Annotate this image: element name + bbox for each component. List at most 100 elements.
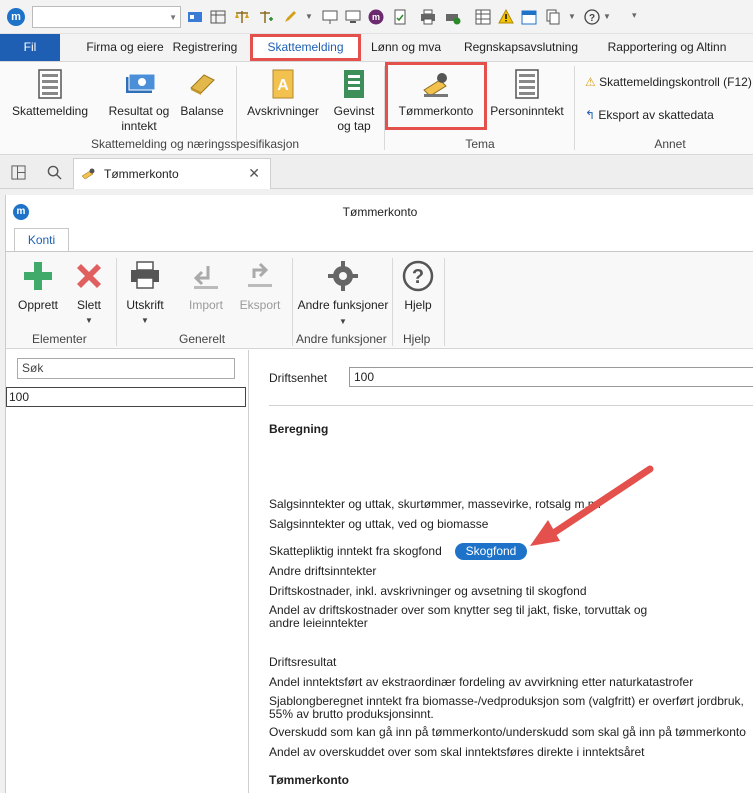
id-card-icon[interactable] xyxy=(187,9,203,25)
svg-text:m: m xyxy=(372,12,380,22)
edit-icon[interactable] xyxy=(282,9,298,25)
help-icon[interactable]: ? xyxy=(584,9,600,25)
warning-icon[interactable] xyxy=(498,9,514,25)
ribbon-separator xyxy=(574,66,575,150)
svg-text:?: ? xyxy=(412,266,424,288)
row-ekstraordinaer-fordeling: Andel inntektsført av ekstraordinær ford… xyxy=(269,675,694,689)
tab-fil[interactable]: Fil xyxy=(0,34,60,61)
personinntekt-label: Personinntekt xyxy=(490,104,564,118)
balanse-button[interactable]: Balanse xyxy=(178,68,226,119)
account-list-panel: Søk 100 xyxy=(6,350,249,793)
add-scales-icon[interactable] xyxy=(258,9,274,25)
document-tabs-bar: Tømmerkonto ✕ xyxy=(0,156,753,189)
document-check-icon[interactable] xyxy=(392,9,408,25)
tab-skattemelding[interactable]: Skattemelding xyxy=(250,34,361,61)
chevron-down-icon: ▼ xyxy=(339,317,347,326)
spreadsheet-icon[interactable] xyxy=(475,9,491,25)
tommerkonto-highlight xyxy=(385,62,487,130)
money-icon xyxy=(126,73,155,93)
skattemelding-label: Skattemelding xyxy=(11,104,89,118)
skogfond-button[interactable]: Skogfond xyxy=(455,543,527,560)
export-icon xyxy=(248,262,272,287)
table-icon[interactable] xyxy=(210,9,226,25)
hjelp-button[interactable]: ? Hjelp xyxy=(398,260,438,313)
tab-tommerkonto-document[interactable]: Tømmerkonto ✕ xyxy=(73,158,271,189)
utskrift-label: Utskrift xyxy=(126,298,164,312)
row-sjablongberegnet: Sjablongberegnet inntekt fra biomasse-/v… xyxy=(269,694,744,708)
copy-icon[interactable] xyxy=(545,9,561,25)
ribbon: Skattemelding Resultat og inntekt Balans… xyxy=(0,61,753,155)
eksport-skattedata-button[interactable]: ↰ Eksport av skattedata xyxy=(585,108,714,122)
chevron-down-icon: ▼ xyxy=(85,316,93,325)
chevron-down-icon[interactable]: ▼ xyxy=(568,12,576,21)
eksport-button[interactable]: Eksport xyxy=(234,260,286,313)
tab-lonn-og-mva[interactable]: Lønn og mva xyxy=(362,34,450,61)
tab-rapportering-og-altinn[interactable]: Rapportering og Altinn xyxy=(594,34,740,61)
skattemeldingskontroll-label: Skattemeldingskontroll (F12) xyxy=(599,75,752,89)
group-hjelp: Hjelp xyxy=(403,332,431,346)
opprett-button[interactable]: Opprett xyxy=(14,260,62,313)
utskrift-button[interactable]: Utskrift ▼ xyxy=(120,260,170,328)
row-driftsresultat: Driftsresultat xyxy=(269,655,337,669)
delete-icon xyxy=(77,264,101,288)
chevron-down-icon[interactable]: ▼ xyxy=(169,13,177,22)
calendar-icon[interactable] xyxy=(521,9,537,25)
svg-text:?: ? xyxy=(589,13,595,24)
row-sjablongberegnet-cont: 55% av brutto produksjonsinnt. xyxy=(269,707,434,721)
svg-text:A: A xyxy=(277,77,289,94)
customize-toolbar-icon[interactable]: ▾ xyxy=(632,10,637,21)
eraser-icon xyxy=(190,74,215,95)
tab-regnskapsavslutning[interactable]: Regnskapsavslutning xyxy=(458,34,584,61)
chevron-down-icon[interactable]: ▼ xyxy=(305,12,313,21)
monitor-icon[interactable] xyxy=(345,9,361,25)
scales-icon[interactable] xyxy=(234,9,250,25)
row-andre-driftsinntekter: Andre driftsinntekter xyxy=(269,564,377,578)
window-title-bar: m Tømmerkonto xyxy=(6,195,753,227)
print-check-icon[interactable] xyxy=(445,9,461,25)
row-andel-driftskostnader-cont: andre leieinntekter xyxy=(269,616,368,630)
ribbon-separator xyxy=(444,258,445,346)
skattemelding-button[interactable]: Skattemelding xyxy=(8,68,92,119)
search-input[interactable]: Søk xyxy=(17,358,235,379)
ribbon-tabs: Fil Firma og eiere Registrering Skatteme… xyxy=(0,34,753,61)
ledger-icon xyxy=(344,70,364,98)
document-tab-label: Tømmerkonto xyxy=(104,167,179,181)
gevinst-og-tap-button[interactable]: Gevinst og tap xyxy=(330,68,378,134)
window-title: Tømmerkonto xyxy=(342,205,418,219)
brand-icon[interactable]: m xyxy=(368,9,384,25)
balanse-label: Balanse xyxy=(180,104,224,118)
search-icon[interactable] xyxy=(47,165,62,180)
chevron-down-icon: ▼ xyxy=(141,316,149,325)
personinntekt-button[interactable]: Personinntekt xyxy=(486,68,568,119)
close-icon[interactable]: ✕ xyxy=(248,165,260,182)
driftsenhet-field[interactable]: 100 xyxy=(349,367,753,387)
plus-icon xyxy=(24,262,52,290)
printer-icon xyxy=(131,261,159,289)
group-andre-funksjoner: Andre funksjoner xyxy=(296,332,387,346)
chevron-down-icon[interactable]: ▼ xyxy=(603,12,611,21)
company-selector[interactable]: ▼ xyxy=(32,6,181,28)
slett-label: Slett xyxy=(76,298,101,312)
tab-registrering[interactable]: Registrering xyxy=(165,34,245,61)
list-item[interactable]: 100 xyxy=(6,387,246,407)
import-icon xyxy=(193,266,218,289)
avskrivninger-label: Avskrivninger xyxy=(247,104,319,118)
andre-funksjoner-button[interactable]: Andre funksjoner ▼ xyxy=(296,260,390,329)
app-logo[interactable]: m xyxy=(7,8,25,26)
layout-icon[interactable] xyxy=(11,165,26,180)
import-label: Import xyxy=(188,298,223,312)
tab-konti[interactable]: Konti xyxy=(14,228,69,252)
slett-button[interactable]: Slett ▼ xyxy=(68,260,110,328)
form-icon xyxy=(38,69,62,99)
resultat-og-inntekt-button[interactable]: Resultat og inntekt xyxy=(106,68,172,134)
import-button[interactable]: Import xyxy=(182,260,230,313)
window-ribbon: Opprett Slett ▼ Utskrift ▼ Import Ekspor… xyxy=(6,251,753,349)
presentation-icon[interactable] xyxy=(322,9,338,25)
row-andel-overskudd: Andel av overskuddet over som skal innte… xyxy=(269,745,645,759)
group-elementer: Elementer xyxy=(32,332,87,346)
printer-icon[interactable] xyxy=(420,9,436,25)
skattemeldingskontroll-button[interactable]: ⚠ Skattemeldingskontroll (F12) xyxy=(585,75,752,89)
resultat-label: Resultat og inntekt xyxy=(108,104,170,133)
quick-access-toolbar: m ▼ ▼ m ▼ ? ▼ ▾ xyxy=(0,0,753,34)
avskrivninger-button[interactable]: A Avskrivninger xyxy=(242,68,324,119)
